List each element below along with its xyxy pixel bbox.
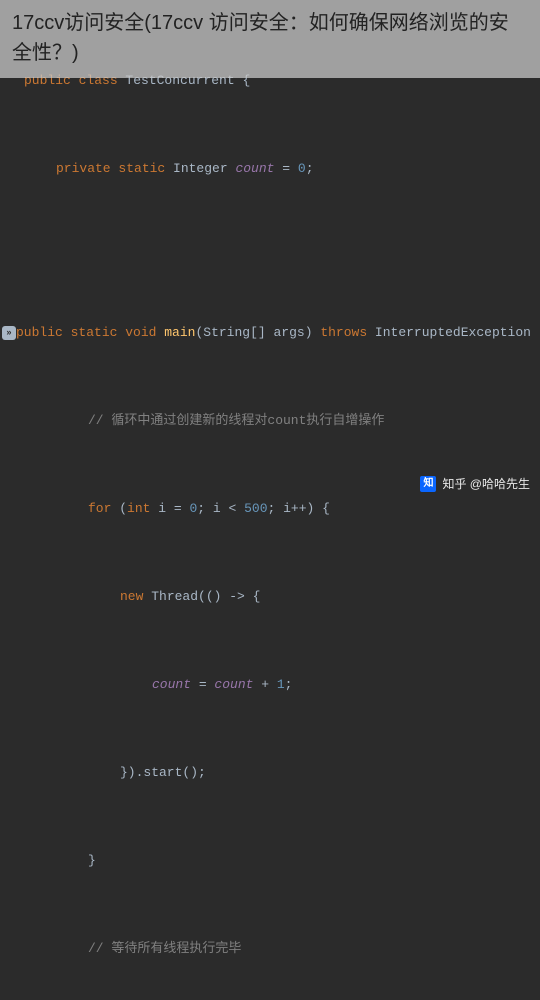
code-token: throws bbox=[320, 322, 375, 344]
code-editor[interactable]: public class TestConcurrent { private st… bbox=[0, 0, 540, 1000]
code-token: main bbox=[164, 322, 195, 344]
run-gutter-icon[interactable]: » bbox=[2, 326, 16, 340]
code-token: new bbox=[120, 586, 151, 608]
code-token: private static bbox=[56, 158, 173, 180]
zhihu-watermark: 知 知乎 @哈哈先生 bbox=[420, 475, 530, 492]
code-token: i = bbox=[158, 498, 189, 520]
code-token: Thread bbox=[151, 586, 198, 608]
code-token: ; i < bbox=[197, 498, 244, 520]
code-token: (() -> { bbox=[198, 586, 260, 608]
code-token: ; bbox=[285, 674, 293, 696]
code-token: ( bbox=[195, 322, 203, 344]
article-title-overlay: 17ccv访问安全(17ccv 访问安全：如何确保网络浏览的安全性？) bbox=[0, 0, 540, 78]
code-token: + bbox=[253, 674, 276, 696]
code-token: }).start(); bbox=[120, 762, 206, 784]
code-token: count bbox=[214, 674, 253, 696]
code-token: for bbox=[88, 498, 119, 520]
code-comment: // 循环中通过创建新的线程对count执行自增操作 bbox=[88, 410, 384, 432]
code-token: count bbox=[235, 158, 274, 180]
code-token: 1 bbox=[277, 674, 285, 696]
zhihu-logo-icon: 知 bbox=[420, 476, 436, 492]
code-token: 0 bbox=[189, 498, 197, 520]
code-token: InterruptedException bbox=[375, 322, 531, 344]
code-token: count bbox=[152, 674, 191, 696]
code-token: = bbox=[274, 158, 297, 180]
code-token: { bbox=[531, 322, 540, 344]
code-token: 500 bbox=[244, 498, 267, 520]
code-token: ) bbox=[305, 322, 321, 344]
code-comment: // 等待所有线程执行完毕 bbox=[88, 938, 241, 960]
code-token: args bbox=[266, 322, 305, 344]
code-token: int bbox=[127, 498, 158, 520]
code-token: ( bbox=[119, 498, 127, 520]
code-token: public static void bbox=[16, 322, 164, 344]
code-token: } bbox=[88, 850, 96, 872]
code-token: ; i++) { bbox=[268, 498, 330, 520]
watermark-text: 知乎 @哈哈先生 bbox=[442, 475, 530, 492]
code-token: String[] bbox=[203, 322, 265, 344]
code-token: ; bbox=[306, 158, 314, 180]
code-token: Integer bbox=[173, 158, 235, 180]
code-token: = bbox=[191, 674, 214, 696]
code-token: 0 bbox=[298, 158, 306, 180]
